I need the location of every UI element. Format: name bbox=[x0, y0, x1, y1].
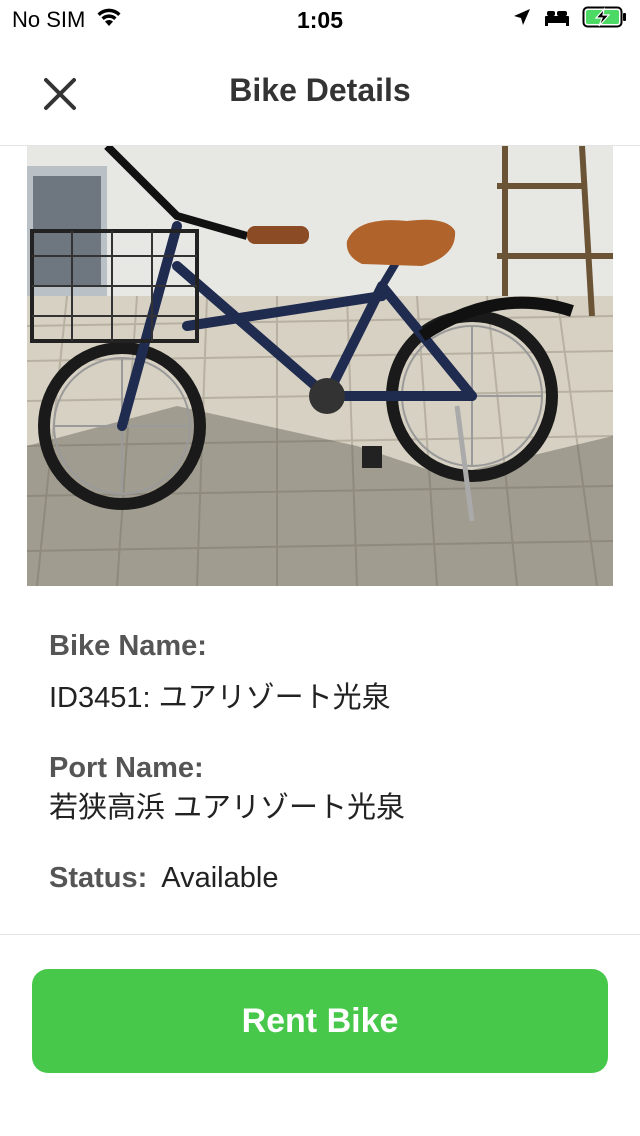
page-title: Bike Details bbox=[229, 72, 411, 108]
bike-details-screen: No SIM 1:05 Bike Details Bike Name: ID34… bbox=[0, 0, 640, 1136]
status-bar-left: No SIM bbox=[12, 6, 123, 34]
navigation-header: Bike Details bbox=[0, 40, 640, 146]
bike-name-value: ID3451: ユアリゾート光泉 bbox=[49, 682, 391, 714]
status-row: Status: Available bbox=[49, 860, 278, 896]
bed-icon bbox=[544, 7, 570, 33]
bike-photo bbox=[27, 146, 613, 586]
port-name-label: Port Name: bbox=[49, 752, 204, 784]
status-value: Available bbox=[161, 862, 279, 894]
battery-charging-icon bbox=[582, 5, 628, 35]
port-name-value: 若狭高浜 ユアリゾート光泉 bbox=[49, 792, 406, 824]
status-label: Status: bbox=[49, 862, 148, 894]
status-bar-right bbox=[512, 5, 628, 35]
status-bar: No SIM 1:05 bbox=[0, 0, 640, 40]
location-arrow-icon bbox=[512, 7, 532, 33]
footer: Rent Bike bbox=[0, 934, 640, 1136]
rent-bike-button[interactable]: Rent Bike bbox=[32, 969, 608, 1073]
carrier-label: No SIM bbox=[12, 7, 86, 32]
bike-name-label: Bike Name: bbox=[49, 630, 207, 662]
wifi-icon bbox=[95, 6, 123, 34]
